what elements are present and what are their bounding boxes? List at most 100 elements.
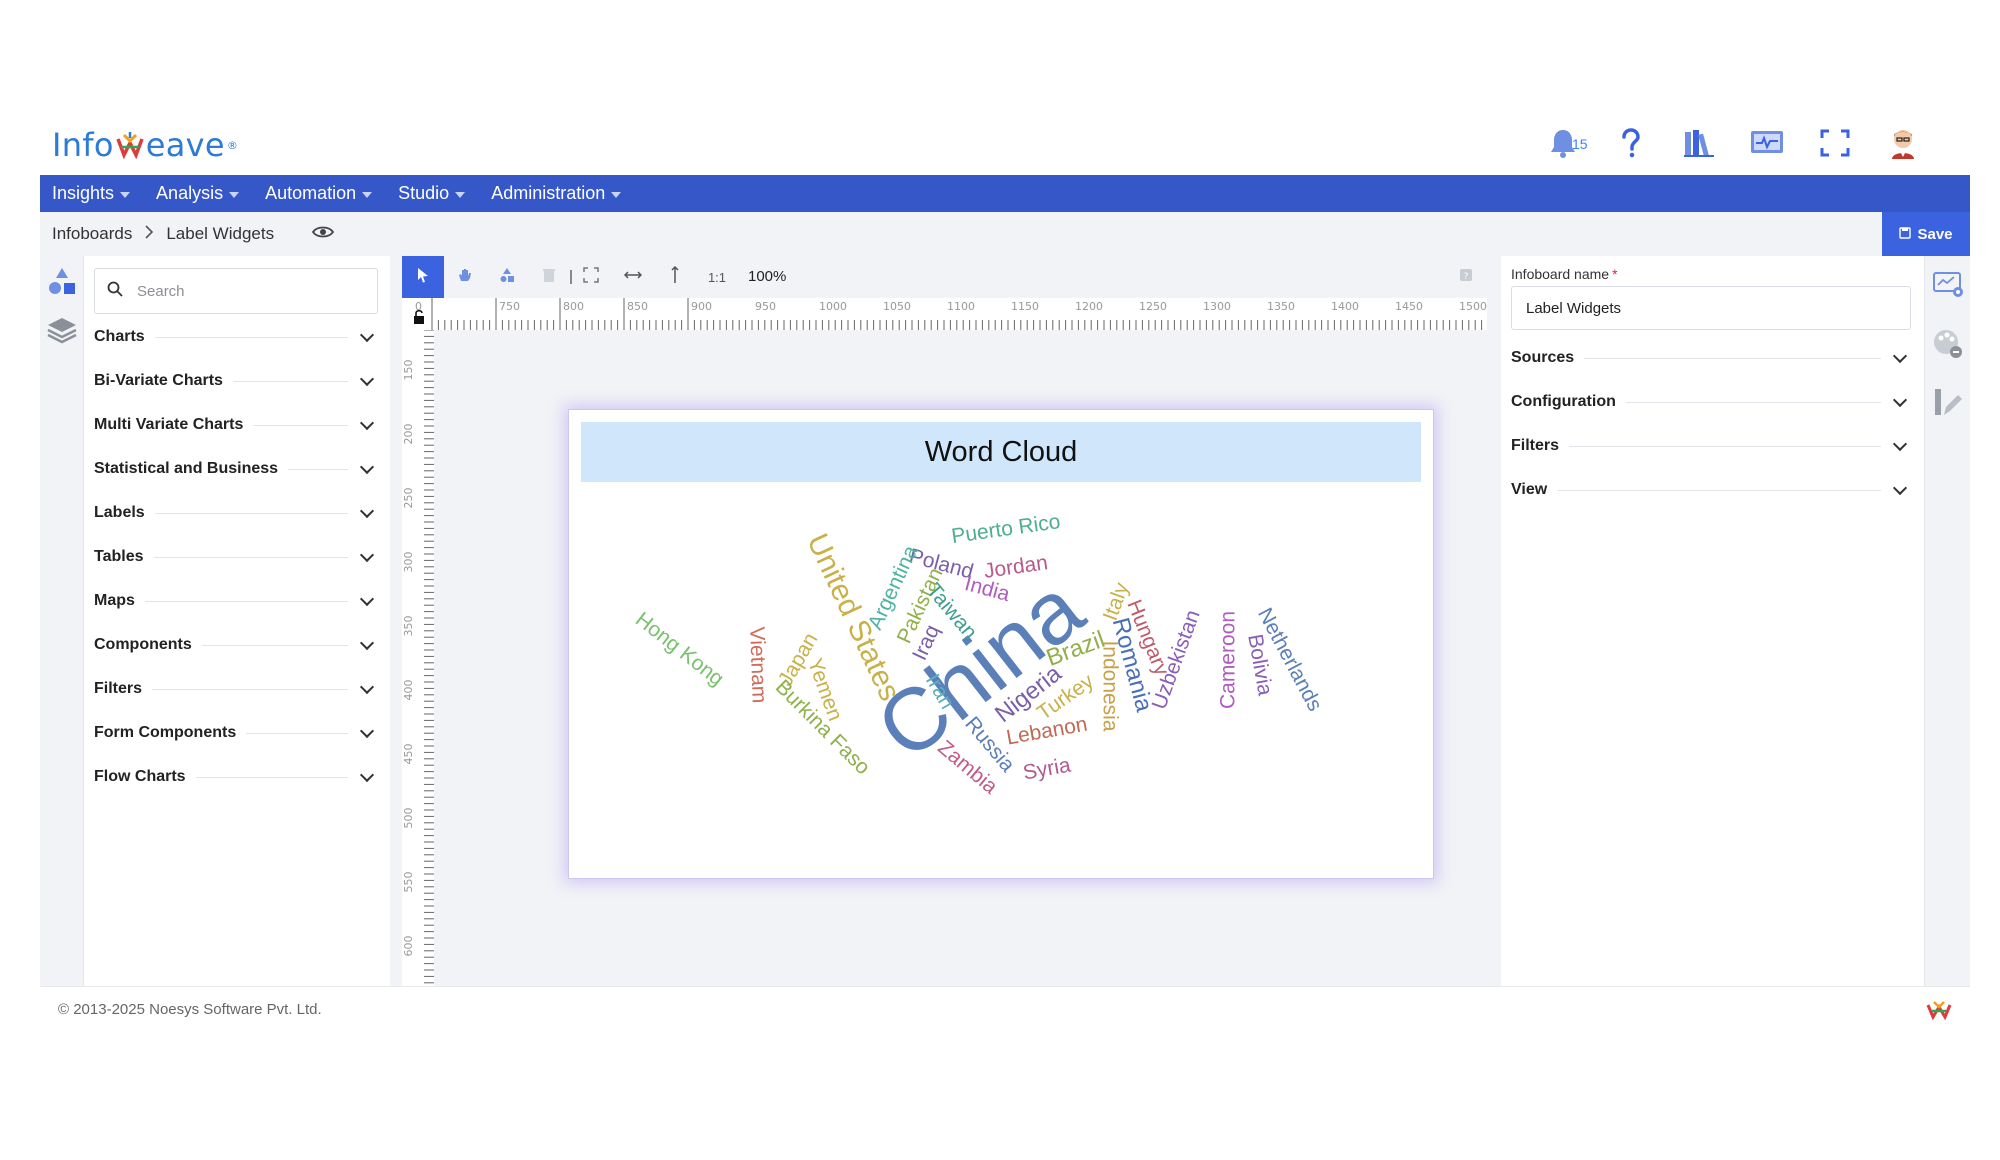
- chevron-down-icon: [359, 635, 375, 650]
- app-window: Info eave ® 15 Insights Analysis Automat…: [40, 113, 1970, 1038]
- section-configuration[interactable]: Configuration: [1511, 388, 1911, 416]
- chevron-down-icon: [359, 371, 375, 386]
- ruler-label: 550: [402, 872, 415, 893]
- section-tables[interactable]: Tables: [94, 542, 378, 572]
- infoveave-logo[interactable]: Info eave ®: [52, 123, 238, 167]
- widgets-shapes-icon[interactable]: [46, 266, 78, 298]
- section-form-components[interactable]: Form Components: [94, 718, 378, 748]
- caret-down-icon: [611, 191, 622, 198]
- menu-analysis[interactable]: Analysis: [156, 183, 240, 204]
- breadcrumb-infoboards[interactable]: Infoboards: [52, 224, 132, 244]
- section-label: Tables: [94, 548, 144, 565]
- section-charts[interactable]: Charts: [94, 322, 378, 352]
- widget-search: [94, 268, 378, 314]
- widget-settings-icon[interactable]: [1932, 268, 1964, 300]
- divider: [288, 468, 348, 470]
- shapes-tool-button[interactable]: [486, 256, 528, 298]
- word-cloud-widget[interactable]: Word Cloud China United States Puerto Rico…: [568, 409, 1434, 879]
- chevron-down-icon: [1892, 348, 1908, 363]
- notification-count: 15: [1572, 136, 1588, 152]
- ruler-label: 350: [402, 616, 415, 637]
- pan-tool-button[interactable]: [444, 256, 486, 298]
- breadcrumb-current: Label Widgets: [166, 224, 275, 243]
- word-cloud-word[interactable]: Syria: [1021, 754, 1072, 785]
- chevron-down-icon: [1892, 436, 1908, 451]
- left-panel-resize-handle[interactable]: [390, 256, 402, 986]
- save-button[interactable]: Save: [1882, 212, 1970, 256]
- section-label: Filters: [1511, 437, 1560, 454]
- horizontal-ruler-scale: 0 750 800 850 900 950 1000 1050 1100 1150 1200 1250…: [414, 298, 1487, 330]
- trademark: ®: [226, 138, 239, 152]
- caret-down-icon: [362, 191, 373, 198]
- word-cloud-word[interactable]: Indonesia: [1098, 640, 1121, 731]
- actual-size-button[interactable]: 1:1: [696, 256, 738, 298]
- word-cloud-word[interactable]: Cameroon: [1217, 611, 1240, 709]
- menu-automation[interactable]: Automation: [265, 183, 373, 204]
- ruler-label: 450: [402, 744, 415, 765]
- vertical-ruler: 150 200 250 300 350 400 450 500 550 600: [402, 329, 434, 986]
- section-bi-variate-charts[interactable]: Bi-Variate Charts: [94, 366, 378, 396]
- section-components[interactable]: Components: [94, 630, 378, 660]
- section-flow-charts[interactable]: Flow Charts: [94, 762, 378, 792]
- section-multi-variate-charts[interactable]: Multi Variate Charts: [94, 410, 378, 440]
- fit-to-screen-button[interactable]: [570, 256, 612, 298]
- help-button[interactable]: [1614, 127, 1648, 162]
- help-shortcuts-button[interactable]: ?: [1445, 256, 1487, 298]
- notifications-button[interactable]: 15: [1546, 128, 1588, 162]
- logo-text-left: Info: [52, 126, 114, 164]
- chevron-down-icon: [359, 503, 375, 518]
- caret-down-icon: [229, 191, 240, 198]
- fullscreen-button[interactable]: [1818, 128, 1852, 162]
- fit-height-button[interactable]: [654, 256, 696, 298]
- horizontal-ruler: 0 750 800 850 900 950 1000 1050 1100 1150 1200 1250…: [402, 298, 1487, 330]
- ruler-label: 800: [563, 300, 584, 313]
- ratio-label: 1:1: [707, 269, 727, 285]
- chevron-down-icon: [359, 415, 375, 430]
- library-button[interactable]: [1682, 128, 1716, 162]
- section-filters-config[interactable]: Filters: [1511, 432, 1911, 460]
- section-view[interactable]: View: [1511, 476, 1911, 504]
- search-icon: [107, 281, 123, 302]
- theme-palette-icon[interactable]: [1932, 328, 1964, 360]
- footer-logo-icon: [1926, 997, 1952, 1028]
- ruler-label: 1350: [1267, 300, 1295, 313]
- menu-studio[interactable]: Studio: [398, 183, 466, 204]
- fit-screen-icon: [583, 266, 599, 288]
- section-statistical-and-business[interactable]: Statistical and Business: [94, 454, 378, 484]
- word-cloud-word[interactable]: Puerto Rico: [950, 510, 1062, 548]
- chevron-down-icon: [359, 767, 375, 782]
- section-label: Filters: [94, 680, 143, 697]
- word-cloud-word[interactable]: Vietnam: [745, 626, 771, 703]
- user-avatar[interactable]: [1886, 128, 1920, 162]
- section-maps[interactable]: Maps: [94, 586, 378, 616]
- menu-insights[interactable]: Insights: [52, 183, 131, 204]
- divider: [1557, 489, 1881, 491]
- ruler-label: 250: [402, 488, 415, 509]
- chevron-down-icon: [359, 327, 375, 342]
- section-labels[interactable]: Labels: [94, 498, 378, 528]
- section-label: Maps: [94, 592, 135, 609]
- section-label: Flow Charts: [94, 768, 186, 785]
- preview-eye-icon[interactable]: [311, 225, 335, 244]
- right-panel-resize-handle[interactable]: [1487, 256, 1501, 986]
- menu-administration[interactable]: Administration: [491, 183, 622, 204]
- monitor-button[interactable]: [1750, 128, 1784, 162]
- chevron-down-icon: [359, 679, 375, 694]
- chevron-down-icon: [359, 547, 375, 562]
- layers-icon[interactable]: [46, 314, 78, 346]
- section-filters[interactable]: Filters: [94, 674, 378, 704]
- design-canvas[interactable]: Word Cloud China United States Puerto Rico…: [434, 330, 1487, 986]
- data-edit-icon[interactable]: [1932, 386, 1964, 418]
- fit-width-button[interactable]: [612, 256, 654, 298]
- infoboard-name-input[interactable]: [1511, 286, 1911, 330]
- ruler-label: 300: [402, 552, 415, 573]
- section-sources[interactable]: Sources: [1511, 344, 1911, 372]
- select-tool-button[interactable]: [402, 256, 444, 298]
- pointer-icon: [416, 267, 430, 288]
- search-input[interactable]: [137, 282, 357, 300]
- delete-button[interactable]: [528, 256, 570, 298]
- logo-text-right: eave: [145, 126, 225, 164]
- ruler-label: 400: [402, 680, 415, 701]
- word-cloud-word[interactable]: Hong Kong: [631, 608, 728, 691]
- caret-down-icon: [120, 191, 131, 198]
